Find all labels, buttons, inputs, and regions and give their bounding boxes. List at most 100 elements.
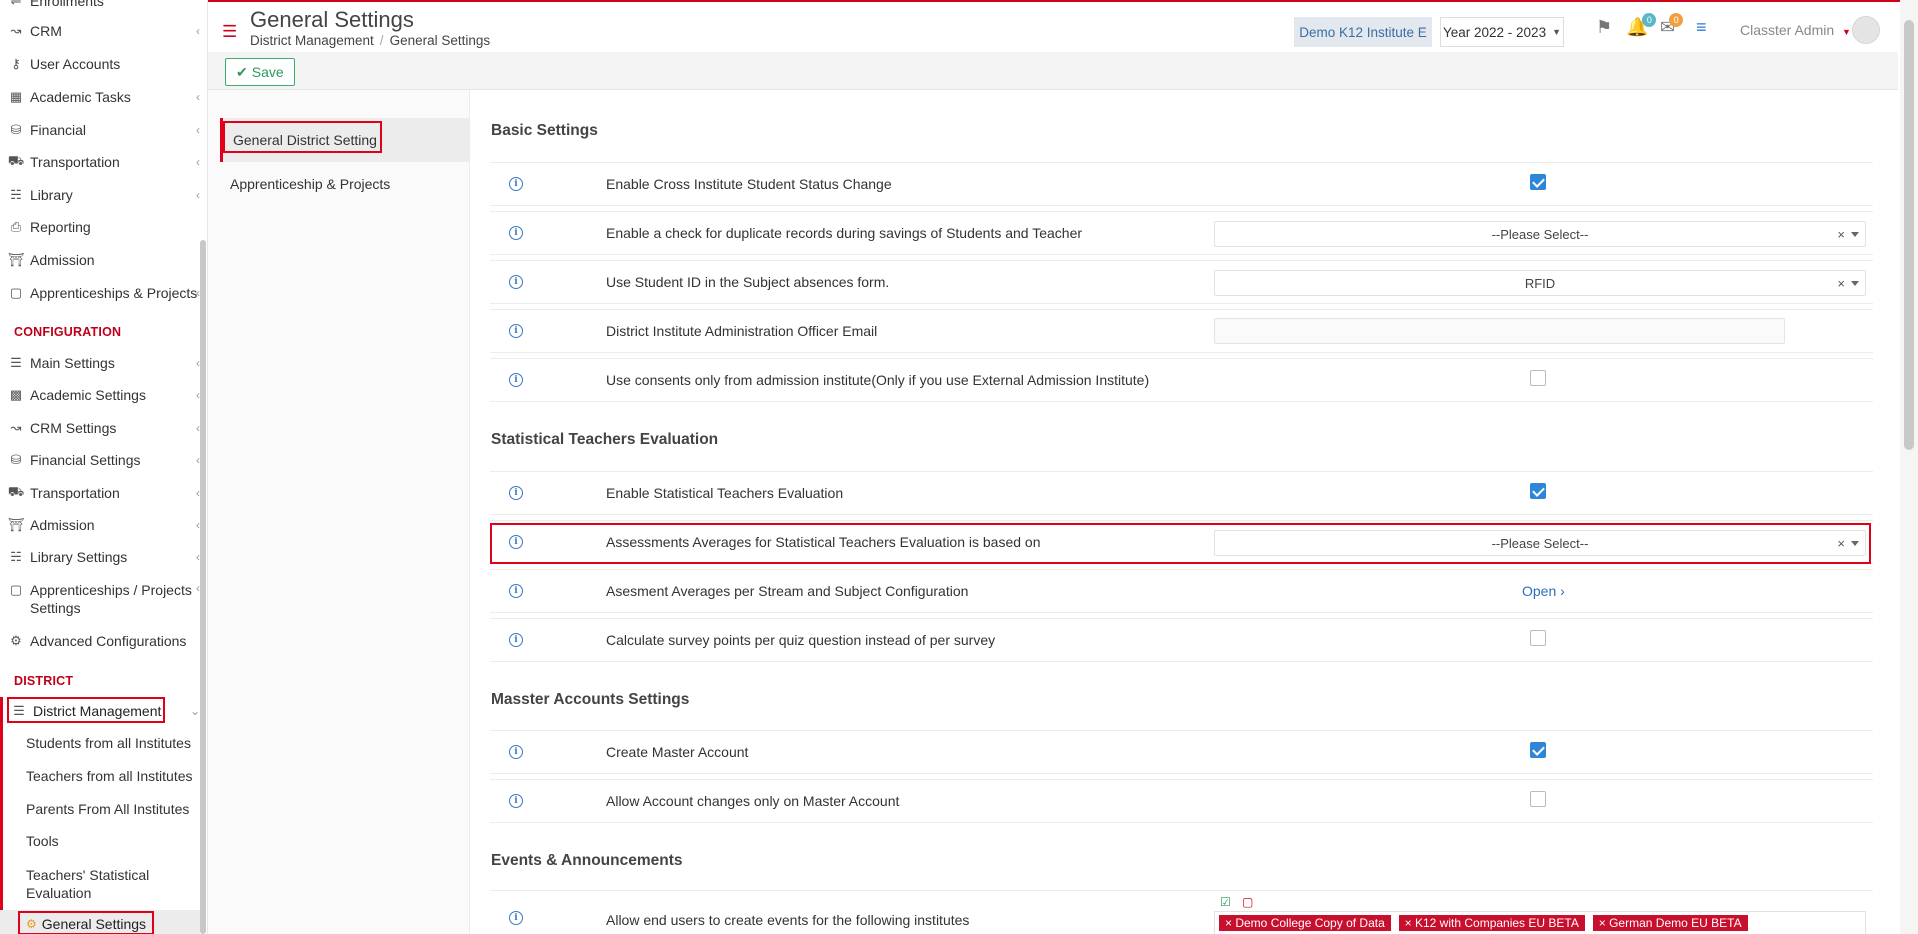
setting-row: i Allow end users to create events for t…: [490, 890, 1873, 934]
sidebar-item-transportation[interactable]: ⛟ Transportation ‹: [0, 153, 200, 171]
sidebar-item-academic-settings[interactable]: ▩ Academic Settings ‹: [0, 386, 200, 404]
sidebar-subitem-parents[interactable]: Parents From All Institutes: [26, 800, 196, 818]
setting-checkbox[interactable]: [1530, 630, 1546, 646]
sidebar-item-admission-settings[interactable]: ⛩ Admission ‹: [0, 516, 200, 534]
user-menu[interactable]: Classter Admin ▼: [1740, 22, 1851, 38]
sidebar-section-configuration: CONFIGURATION: [14, 325, 122, 339]
sidebar-item-user-accounts[interactable]: ⚷ User Accounts: [0, 55, 200, 73]
sidebar-item-advanced-configurations[interactable]: ⚙ Advanced Configurations: [0, 632, 200, 650]
scrollbar-thumb[interactable]: [1904, 20, 1914, 450]
sidebar-item-library-settings[interactable]: ☵ Library Settings ‹: [0, 548, 200, 566]
institution-icon: ⛩: [7, 517, 25, 532]
duplicate-check-select[interactable]: --Please Select-- ×: [1214, 221, 1866, 247]
sidebar-item-admission[interactable]: ⛩ Admission: [0, 251, 200, 269]
dropdown-arrow-icon: [1851, 281, 1859, 286]
info-icon[interactable]: i: [509, 373, 523, 387]
setting-label: Calculate survey points per quiz questio…: [606, 632, 996, 648]
box-icon: ▢: [9, 582, 23, 597]
sidebar-item-crm[interactable]: ↝ CRM ‹: [0, 22, 200, 40]
main-scrollbar[interactable]: [1900, 0, 1918, 934]
info-icon[interactable]: i: [509, 745, 523, 759]
sidebar-item-reporting[interactable]: ⎙ Reporting: [0, 218, 200, 236]
sidebar-subitem-teachers[interactable]: Teachers from all Institutes: [26, 767, 196, 785]
sidebar-item-apprenticeships-settings[interactable]: ▢ Apprenticeships / Projects Settings ‹: [0, 581, 200, 617]
institution-icon: ⛩: [7, 252, 25, 267]
save-button[interactable]: ✔ Save: [225, 58, 295, 86]
setting-row: i Calculate survey points per quiz quest…: [490, 618, 1873, 662]
setting-label: Enable a check for duplicate records dur…: [606, 225, 1083, 241]
sidebar-item-transportation-settings[interactable]: ⛟ Transportation ‹: [0, 484, 200, 502]
info-icon[interactable]: i: [509, 911, 523, 925]
info-icon[interactable]: i: [509, 177, 523, 191]
gears-icon: ⚙: [10, 633, 22, 648]
setting-label: Allow end users to create events for the…: [606, 912, 970, 928]
page-title: General Settings: [250, 7, 414, 32]
setting-row: i Use consents only from admission insti…: [490, 358, 1873, 402]
open-link[interactable]: Open ›: [1522, 583, 1565, 599]
setting-row: i Allow Account changes only on Master A…: [490, 779, 1873, 823]
sidebar-scrollbar[interactable]: [200, 240, 206, 934]
sidebar-item-library[interactable]: ☵ Library ‹: [0, 186, 200, 204]
setting-row: i Enable Statistical Teachers Evaluation: [490, 471, 1873, 515]
info-icon[interactable]: i: [509, 275, 523, 289]
setting-row: i Use Student ID in the Subject absences…: [490, 260, 1873, 304]
officer-email-input[interactable]: [1214, 318, 1785, 344]
caret-down-icon: ▼: [1842, 27, 1851, 37]
institute-tag[interactable]: × K12 with Companies EU BETA: [1398, 915, 1585, 931]
info-icon[interactable]: i: [509, 324, 523, 338]
envelope-icon[interactable]: ✉ 0: [1660, 13, 1684, 38]
setting-checkbox[interactable]: [1530, 742, 1546, 758]
info-icon[interactable]: i: [509, 226, 523, 240]
deselect-all-icon[interactable]: ▢: [1242, 895, 1253, 909]
bus-icon: ⛟: [7, 153, 25, 168]
chevron-down-icon: ⌄: [189, 704, 200, 718]
chevron-left-icon: ‹: [196, 24, 200, 38]
setting-label: Allow Account changes only on Master Acc…: [606, 793, 900, 809]
books-icon: ☵: [10, 549, 22, 564]
institutes-multiselect[interactable]: × Demo College Copy of Data × K12 with C…: [1214, 911, 1866, 934]
sidebar-item-academic-tasks[interactable]: ▦ Academic Tasks ‹: [0, 88, 200, 106]
sidebar-item-enrollments[interactable]: ⇌ Enrollments: [0, 0, 200, 10]
highlight-box: [7, 697, 165, 723]
sidebar-item-crm-settings[interactable]: ↝ CRM Settings ‹: [0, 419, 200, 437]
setting-checkbox[interactable]: [1530, 370, 1546, 386]
info-icon[interactable]: i: [509, 486, 523, 500]
settings-tabs: General District Setting Apprenticeship …: [208, 90, 470, 934]
institute-tag[interactable]: × German Demo EU BETA: [1592, 915, 1748, 931]
flag-icon[interactable]: ⚑: [1596, 17, 1612, 38]
sidebar-subitem-tools[interactable]: Tools: [26, 832, 196, 850]
setting-checkbox[interactable]: [1530, 791, 1546, 807]
year-select[interactable]: Year 2022 - 2023 ▼: [1440, 17, 1564, 47]
info-icon[interactable]: i: [509, 794, 523, 808]
sidebar-item-financial[interactable]: ⛁ Financial ‹: [0, 121, 200, 139]
setting-checkbox[interactable]: [1530, 483, 1546, 499]
menu-icon[interactable]: ☰: [222, 22, 237, 42]
setting-label: Use Student ID in the Subject absences f…: [606, 274, 890, 290]
student-id-select[interactable]: RFID ×: [1214, 270, 1866, 296]
section-title-events: Events & Announcements: [491, 852, 683, 869]
clear-icon[interactable]: ×: [1837, 227, 1845, 242]
clear-icon[interactable]: ×: [1837, 276, 1845, 291]
avatar[interactable]: [1852, 16, 1880, 44]
sidebar-item-main-settings[interactable]: ☰ Main Settings ‹: [0, 354, 200, 372]
layers-icon[interactable]: ≡: [1696, 17, 1707, 38]
breadcrumb-item[interactable]: District Management: [250, 33, 374, 48]
sidebar-item-apprenticeships[interactable]: ▢ Apprenticeships & Projects ‹: [0, 284, 200, 302]
info-icon[interactable]: i: [509, 633, 523, 647]
sidebar-subitem-students[interactable]: Students from all Institutes: [26, 734, 196, 752]
select-all-icon[interactable]: ☑: [1220, 895, 1231, 909]
setting-row: i Enable a check for duplicate records d…: [490, 211, 1873, 255]
key-icon: ⚷: [11, 56, 21, 71]
sidebar-item-financial-settings[interactable]: ⛁ Financial Settings ‹: [0, 451, 200, 469]
bell-icon[interactable]: 🔔 0: [1626, 13, 1657, 38]
info-icon[interactable]: i: [509, 584, 523, 598]
chevron-left-icon: ‹: [196, 188, 200, 202]
bus-icon: ⛟: [7, 484, 25, 499]
tab-apprenticeship-projects[interactable]: Apprenticeship & Projects: [220, 162, 469, 206]
setting-checkbox[interactable]: [1530, 174, 1546, 190]
people-icon: ▩: [9, 387, 23, 402]
institute-button[interactable]: Demo K12 Institute E: [1294, 17, 1432, 47]
institute-tag[interactable]: × Demo College Copy of Data: [1219, 915, 1391, 931]
sidebar-subitem-teachers-evaluation[interactable]: Teachers' Statistical Evaluation: [26, 866, 156, 902]
setting-label: Create Master Account: [606, 744, 749, 760]
